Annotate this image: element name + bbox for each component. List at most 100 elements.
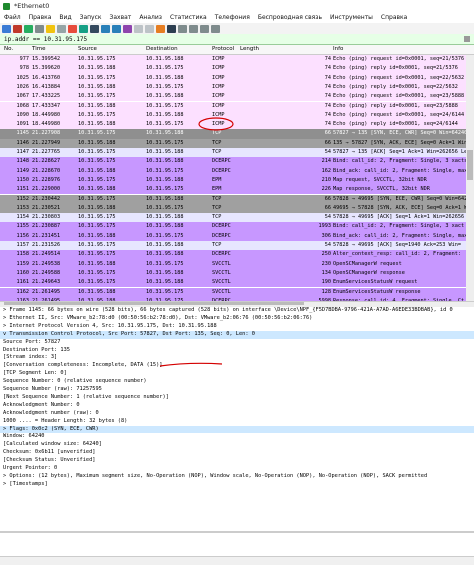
menu-item[interactable]: Захват <box>106 14 136 21</box>
column-source[interactable]: Source <box>78 46 97 52</box>
detail-tree-line[interactable]: [Next Sequence Number: 1 (relative seque… <box>0 394 474 402</box>
packet-row[interactable]: 1159 21.249538 10.31.95.188 10.31.95.175 SVC… <box>0 259 466 269</box>
packet-row[interactable]: 1151 21.229000 10.31.95.188 10.31.95.175 EPM… <box>0 185 466 195</box>
packet-row[interactable]: 1160 21.249588 10.31.95.175 10.31.95.188 SVC… <box>0 268 466 279</box>
column-no[interactable]: No. <box>4 46 13 52</box>
detail-tree-line[interactable]: [Stream index: 3] <box>0 354 474 362</box>
packet-source: 10.31.95.188 <box>78 232 116 239</box>
start-capture-icon[interactable] <box>2 24 11 33</box>
packet-row[interactable]: 1154 21.230803 10.31.95.175 10.31.95.188 TCP… <box>0 213 466 223</box>
autoscroll-icon[interactable] <box>156 24 165 33</box>
packet-destination: 10.31.95.175 <box>146 288 184 295</box>
menu-item[interactable]: Статистика <box>166 14 211 21</box>
packet-destination: 10.31.95.188 <box>146 195 184 202</box>
packet-row[interactable]: 1149 21.228670 10.31.95.188 10.31.95.175 DCE… <box>0 166 466 176</box>
packet-row[interactable]: 1091 18.449980 10.31.95.188 10.31.95.175 ICM… <box>0 120 466 130</box>
packet-row[interactable]: 1146 21.227949 10.31.95.188 10.31.95.175 TCP… <box>0 138 466 148</box>
column-info[interactable]: Info <box>333 46 343 52</box>
detail-tree-line[interactable]: Sequence Number: 0 (relative sequence nu… <box>0 378 474 386</box>
last-packet-icon[interactable] <box>145 24 154 33</box>
packet-number: 977 <box>19 56 29 62</box>
detail-tree-line[interactable]: 1000 .... = Header Length: 32 bytes (8) <box>0 418 474 426</box>
display-filter-input[interactable]: ip.addr == 10.31.95.175 <box>4 36 87 43</box>
packet-row[interactable]: 1155 21.230887 10.31.95.175 10.31.95.188 DCE… <box>0 222 466 232</box>
first-packet-icon[interactable] <box>134 24 143 33</box>
packet-row[interactable]: 1067 17.433225 10.31.95.175 10.31.95.188 ICM… <box>0 92 466 102</box>
detail-tree-line[interactable]: > [Timestamps] <box>0 481 474 489</box>
find-packet-icon[interactable] <box>90 24 99 33</box>
packet-row[interactable]: 977 15.399542 10.31.95.175 10.31.95.188 ICMP… <box>0 55 466 65</box>
detail-tree-line[interactable]: Checksum: 0x6b11 [unverified] <box>0 449 474 457</box>
detail-tree-line[interactable]: > Options: (12 bytes), Maximum segment s… <box>0 473 474 481</box>
packet-row[interactable]: 1157 21.231526 10.31.95.175 10.31.95.188 TCP… <box>0 241 466 251</box>
packet-row[interactable]: 1145 21.227908 10.31.95.175 10.31.95.188 TCP… <box>0 129 466 139</box>
menu-item[interactable]: Инструменты <box>326 14 377 21</box>
detail-tree-line[interactable]: [Conversation completeness: Incomplete, … <box>0 362 474 370</box>
menu-item[interactable]: Справка <box>377 14 411 21</box>
go-forward-icon[interactable] <box>112 24 121 33</box>
menu-item[interactable]: Беспроводная связь <box>254 14 326 21</box>
column-time[interactable]: Time <box>32 46 45 52</box>
resize-columns-icon[interactable] <box>211 24 220 33</box>
packet-list-scroll-thumb[interactable] <box>467 150 473 180</box>
packet-source: 10.31.95.188 <box>78 186 116 193</box>
menu-item[interactable]: Запуск <box>76 14 106 21</box>
packet-destination: 10.31.95.188 <box>146 279 184 286</box>
restart-capture-icon[interactable] <box>24 24 33 33</box>
detail-tree-line[interactable]: [Checksum Status: Unverified] <box>0 457 474 465</box>
menu-item[interactable]: Телефония <box>211 14 254 21</box>
save-file-icon[interactable] <box>57 24 66 33</box>
detail-tree-line[interactable]: [Calculated window size: 64240] <box>0 441 474 449</box>
close-file-icon[interactable] <box>68 24 77 33</box>
packet-row[interactable]: 1068 17.433347 10.31.95.188 10.31.95.175 ICM… <box>0 101 466 111</box>
detail-tree-line[interactable]: v Transmission Control Protocol, Src Por… <box>0 330 474 339</box>
reload-icon[interactable] <box>79 24 88 33</box>
detail-tree-line[interactable]: > Internet Protocol Version 4, Src: 10.3… <box>0 323 474 331</box>
colorize-icon[interactable] <box>167 24 176 33</box>
packet-list-horizontal-thumb[interactable] <box>4 302 304 305</box>
column-protocol[interactable]: Protocol <box>212 46 234 52</box>
packet-row[interactable]: 1158 21.249514 10.31.95.175 10.31.95.188 DCE… <box>0 250 466 260</box>
menu-item[interactable]: Файл <box>0 14 25 21</box>
capture-options-icon[interactable] <box>35 24 44 33</box>
detail-tree-line[interactable]: Acknowledgment number (raw): 0 <box>0 410 474 418</box>
detail-tree-line[interactable]: > Frame 1145: 66 bytes on wire (528 bits… <box>0 307 474 315</box>
packet-row[interactable]: 978 15.399620 10.31.95.188 10.31.95.175 ICMP… <box>0 64 466 74</box>
packet-row[interactable]: 1150 21.228976 10.31.95.175 10.31.95.188 EPM… <box>0 175 466 186</box>
detail-tree-line[interactable]: [TCP Segment Len: 0] <box>0 370 474 378</box>
display-filter-bar[interactable]: ip.addr == 10.31.95.175 <box>0 34 474 45</box>
zoom-in-icon[interactable] <box>178 24 187 33</box>
stop-capture-icon[interactable] <box>13 24 22 33</box>
packet-row[interactable]: 1026 16.413884 10.31.95.188 10.31.95.175 ICM… <box>0 82 466 93</box>
open-file-icon[interactable] <box>46 24 55 33</box>
packet-length: 190 <box>321 279 331 286</box>
packet-row[interactable]: 1156 21.231451 10.31.95.188 10.31.95.175 DCE… <box>0 231 466 241</box>
packet-time: 21.249514 <box>32 251 61 258</box>
packet-row[interactable]: 1152 21.230442 10.31.95.175 10.31.95.188 TCP… <box>0 194 466 204</box>
menu-item[interactable]: Правка <box>25 14 56 21</box>
menu-item[interactable]: Вид <box>55 14 75 21</box>
detail-tree-line[interactable]: Source Port: 57827 <box>0 339 474 347</box>
detail-tree-line[interactable]: Window: 64240 <box>0 433 474 441</box>
detail-tree-line[interactable]: Sequence Number (raw): 71257595 <box>0 386 474 394</box>
normal-size-icon[interactable] <box>200 24 209 33</box>
packet-row[interactable]: 1025 16.413760 10.31.95.175 10.31.95.188 ICM… <box>0 73 466 83</box>
packet-row[interactable]: 1090 18.449980 10.31.95.175 10.31.95.188 ICM… <box>0 110 466 121</box>
menu-item[interactable]: Анализ <box>135 14 166 21</box>
column-destination[interactable]: Destination <box>146 46 178 52</box>
detail-tree-line[interactable]: Urgent Pointer: 0 <box>0 465 474 473</box>
clear-filter-icon[interactable] <box>464 36 470 42</box>
go-back-icon[interactable] <box>101 24 110 33</box>
packet-row[interactable]: 1161 21.249643 10.31.95.175 10.31.95.188 SVC… <box>0 278 466 288</box>
go-to-packet-icon[interactable] <box>123 24 132 33</box>
zoom-out-icon[interactable] <box>189 24 198 33</box>
detail-tree-line[interactable]: > Flags: 0x0c2 (SYN, ECE, CWR) <box>0 425 474 434</box>
detail-tree-line[interactable]: Destination Port: 135 <box>0 347 474 355</box>
packet-row[interactable]: 1148 21.228627 10.31.95.175 10.31.95.188 DCE… <box>0 157 466 167</box>
packet-row[interactable]: 1147 21.227765 10.31.95.175 10.31.95.188 TCP… <box>0 148 466 158</box>
column-length[interactable]: Length <box>240 46 259 52</box>
detail-tree-line[interactable]: Acknowledgment Number: 0 <box>0 402 474 410</box>
detail-tree-line[interactable]: > Ethernet II, Src: VMware_b2:78:d0 (00:… <box>0 315 474 323</box>
packet-row[interactable]: 1153 21.230521 10.31.95.188 10.31.95.175 TCP… <box>0 203 466 214</box>
packet-row[interactable]: 1162 21.261495 10.31.95.188 10.31.95.175 SVC… <box>0 287 466 297</box>
